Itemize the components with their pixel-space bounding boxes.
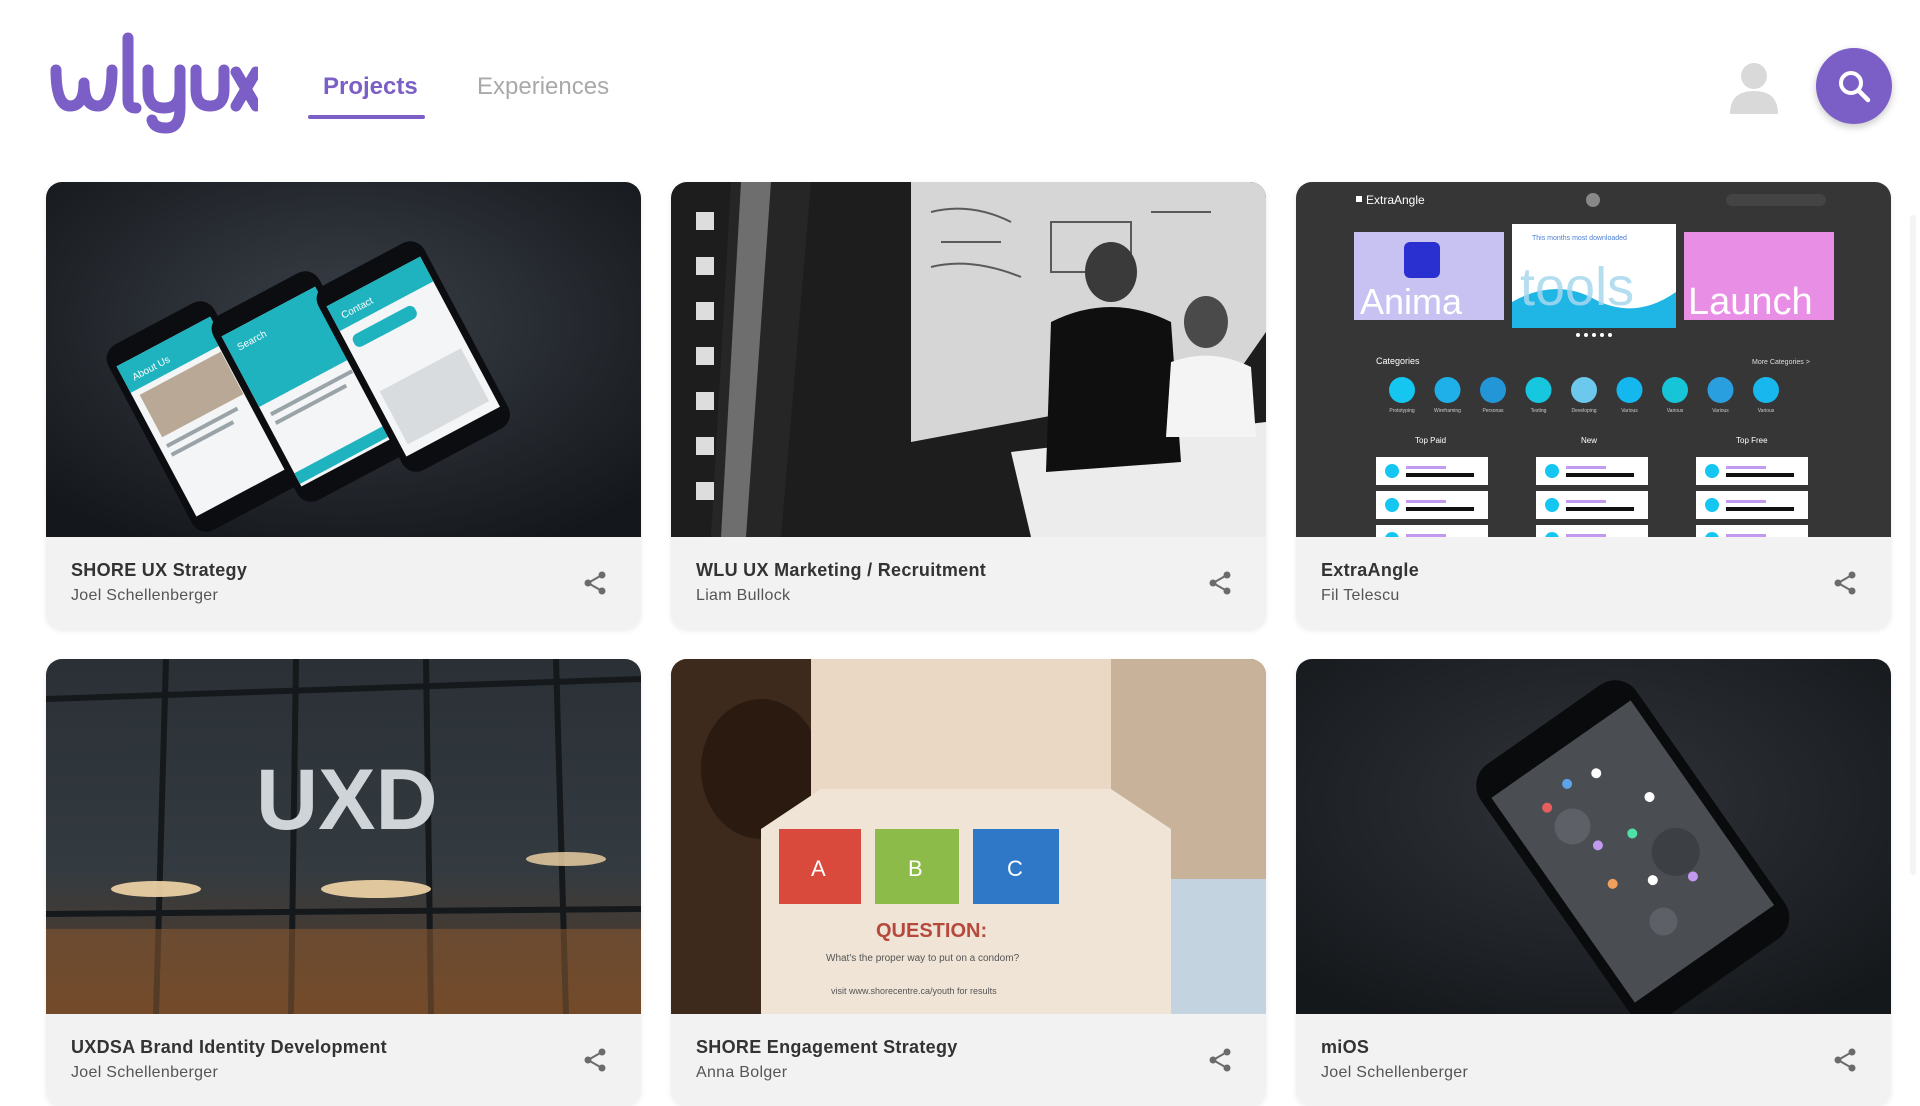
project-author: Joel Schellenberger [71, 1064, 219, 1081]
project-title[interactable]: SHORE UX Strategy [71, 560, 247, 581]
category-circle [1480, 377, 1506, 403]
share-icon[interactable] [1208, 571, 1232, 595]
category-circle [1525, 377, 1552, 403]
extraangle-app-name: ExtraAngle [1366, 193, 1425, 207]
category-circle [1389, 377, 1415, 403]
column-header: New [1581, 436, 1597, 445]
project-title[interactable]: miOS [1321, 1037, 1369, 1058]
category-name: Prototyping [1389, 408, 1415, 414]
categories-label: Categories [1376, 356, 1420, 366]
project-thumbnail [1296, 659, 1891, 1014]
user-avatar-icon[interactable] [1725, 58, 1783, 116]
category-name: Various [1758, 408, 1775, 414]
project-card[interactable]: UXD UXDSA Brand Identity Development Joe… [46, 659, 641, 1106]
category-name: Developing [1571, 408, 1596, 414]
project-title[interactable]: SHORE Engagement Strategy [696, 1037, 958, 1058]
more-categories-link: More Categories > [1752, 359, 1810, 366]
category-circle [1707, 377, 1734, 403]
category-circle [1434, 377, 1461, 403]
category-circle [1662, 377, 1688, 403]
project-title[interactable]: ExtraAngle [1321, 560, 1419, 581]
tab-projects[interactable]: Projects [323, 70, 418, 104]
search-icon [1839, 71, 1871, 103]
project-card[interactable]: ExtraAngle Anima This months most downlo… [1296, 182, 1891, 629]
project-author: Liam Bullock [696, 587, 791, 604]
wluux-logo[interactable] [48, 28, 258, 138]
booth-question-heading: QUESTION: [876, 920, 987, 942]
app-header: Projects Experiences [0, 0, 1920, 175]
share-icon[interactable] [1833, 571, 1857, 595]
project-card[interactable]: WLU UX Marketing / Recruitment Liam Bull… [671, 182, 1266, 629]
project-author: Anna Bolger [696, 1064, 788, 1081]
project-thumbnail: A B C QUESTION: What's the proper way to… [671, 659, 1266, 1014]
column-header: Top Free [1736, 436, 1768, 445]
share-icon[interactable] [1833, 1048, 1857, 1072]
tab-experiences[interactable]: Experiences [477, 70, 609, 104]
active-tab-indicator [308, 115, 425, 119]
booth-question-text: What's the proper way to put on a condom… [826, 953, 1020, 964]
banner-center-text: tools [1520, 257, 1634, 317]
banner-center-caption: This months most downloaded [1532, 235, 1627, 242]
category-circle [1616, 377, 1643, 403]
uxd-sign-text: UXD [256, 752, 438, 848]
project-card[interactable]: A B C QUESTION: What's the proper way to… [671, 659, 1266, 1106]
project-card[interactable]: miOS Joel Schellenberger [1296, 659, 1891, 1106]
banner-right-text: Launch [1688, 281, 1813, 323]
project-thumbnail [671, 182, 1266, 537]
share-icon[interactable] [1208, 1048, 1232, 1072]
scrollbar[interactable] [1910, 215, 1916, 875]
category-name: Various [1621, 408, 1638, 414]
share-icon[interactable] [583, 571, 607, 595]
option-label: B [908, 856, 923, 881]
category-name: Various [1667, 408, 1684, 414]
project-thumbnail: About Us Search Contact [46, 182, 641, 537]
project-author: Fil Telescu [1321, 587, 1400, 604]
category-circle [1753, 377, 1779, 403]
option-label: A [811, 856, 826, 881]
booth-footer-text: visit www.shorecentre.ca/youth for resul… [831, 986, 997, 996]
category-name: Testing [1531, 408, 1547, 414]
option-label: C [1007, 856, 1023, 881]
category-name: Wireframing [1434, 408, 1461, 414]
category-name: Various [1712, 408, 1729, 414]
search-button[interactable] [1816, 48, 1892, 124]
column-header: Top Paid [1415, 436, 1446, 445]
banner-left-text: Anima [1360, 281, 1463, 322]
category-circle [1571, 377, 1597, 403]
project-thumbnail: UXD [46, 659, 641, 1014]
project-author: Joel Schellenberger [1321, 1064, 1469, 1081]
project-title[interactable]: WLU UX Marketing / Recruitment [696, 560, 986, 581]
share-icon[interactable] [583, 1048, 607, 1072]
category-name: Personas [1482, 408, 1504, 414]
project-title[interactable]: UXDSA Brand Identity Development [71, 1037, 387, 1058]
project-thumbnail: ExtraAngle Anima This months most downlo… [1296, 182, 1891, 537]
project-card[interactable]: About Us Search Contact SHORE UX Strateg… [46, 182, 641, 629]
project-author: Joel Schellenberger [71, 587, 219, 604]
